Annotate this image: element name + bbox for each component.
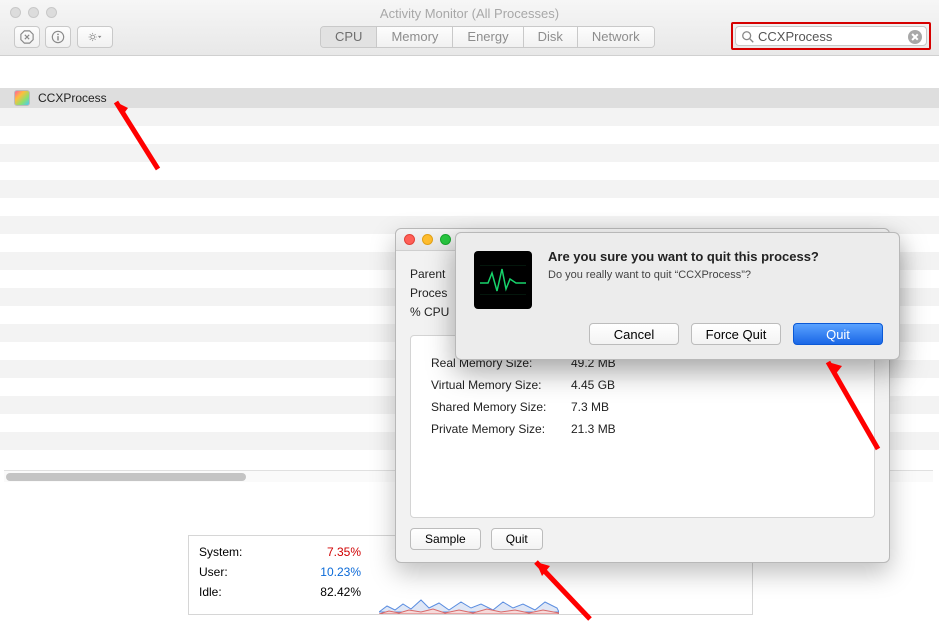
search-icon (741, 30, 755, 44)
list-row (0, 70, 939, 88)
cpu-sparkline-icon (379, 584, 559, 614)
list-row (0, 144, 939, 162)
value-shared-mem: 7.3 MB (571, 396, 609, 418)
info-icon (51, 30, 65, 44)
value-virt-mem: 4.45 GB (571, 374, 615, 396)
process-window-traffic-lights[interactable] (404, 234, 451, 245)
chevron-down-icon (98, 36, 102, 38)
alert-subtext: Do you really want to quit “CCXProcess”? (548, 269, 751, 281)
alert-heading: Are you sure you want to quit this proce… (548, 249, 819, 264)
cpu-stats-left: System: 7.35% User: 10.23% Idle: 82.42% (199, 542, 361, 602)
quit-button[interactable]: Quit (491, 528, 543, 550)
octagon-x-icon (20, 30, 34, 44)
list-row (0, 126, 939, 144)
label-system: System: (199, 542, 242, 562)
memory-detail-panel: Real Memory Size: 49.2 MB Virtual Memory… (410, 335, 875, 518)
value-user: 10.23% (320, 562, 361, 582)
label-priv-mem: Private Memory Size: (431, 418, 571, 440)
process-window-left-labels: Parent Proces % CPU (410, 265, 449, 322)
force-quit-button[interactable]: Force Quit (691, 323, 781, 345)
process-app-icon (14, 90, 30, 106)
inspect-process-button[interactable] (45, 26, 71, 48)
tab-segment: CPU Memory Energy Disk Network (320, 26, 655, 48)
tab-memory[interactable]: Memory (377, 27, 453, 47)
list-row (0, 180, 939, 198)
label-user: User: (199, 562, 228, 582)
minimize-window-icon[interactable] (422, 234, 433, 245)
cancel-button[interactable]: Cancel (589, 323, 679, 345)
quit-confirm-dialog: Are you sure you want to quit this proce… (455, 232, 900, 360)
list-row (0, 198, 939, 216)
tab-energy[interactable]: Energy (453, 27, 523, 47)
titlebar: Activity Monitor (All Processes) (0, 0, 939, 56)
label-pct-cpu: % CPU (410, 303, 449, 322)
activity-monitor-icon (474, 251, 532, 309)
close-window-icon[interactable] (404, 234, 415, 245)
value-idle: 82.42% (320, 582, 361, 602)
list-row (0, 162, 939, 180)
quit-confirm-button[interactable]: Quit (793, 323, 883, 345)
search-input[interactable]: CCXProcess (735, 26, 927, 46)
label-shared-mem: Shared Memory Size: (431, 396, 571, 418)
search-highlight: CCXProcess (731, 22, 931, 50)
tab-cpu[interactable]: CPU (321, 27, 377, 47)
label-idle: Idle: (199, 582, 222, 602)
label-virt-mem: Virtual Memory Size: (431, 374, 571, 396)
label-process: Proces (410, 284, 449, 303)
value-system: 7.35% (327, 542, 361, 562)
search-value: CCXProcess (758, 29, 832, 44)
list-row (0, 108, 939, 126)
options-menu-button[interactable] (77, 26, 113, 48)
tab-disk[interactable]: Disk (524, 27, 578, 47)
window-title: Activity Monitor (All Processes) (0, 6, 939, 21)
zoom-window-icon[interactable] (440, 234, 451, 245)
sample-button[interactable]: Sample (410, 528, 481, 550)
tab-network[interactable]: Network (578, 27, 654, 47)
clear-search-icon[interactable] (908, 30, 922, 44)
stop-process-button[interactable] (14, 26, 40, 48)
gear-icon (88, 30, 102, 44)
scrollbar-thumb[interactable] (6, 473, 246, 481)
value-priv-mem: 21.3 MB (571, 418, 616, 440)
process-name: CCXProcess (38, 91, 107, 105)
process-row-selected[interactable]: CCXProcess (0, 88, 939, 108)
label-parent: Parent (410, 265, 449, 284)
